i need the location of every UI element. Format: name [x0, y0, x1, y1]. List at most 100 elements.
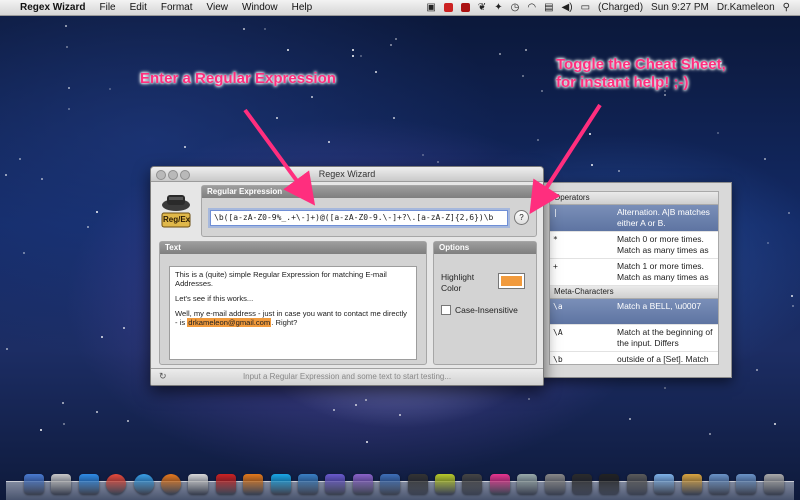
highlight-color-well[interactable]: [498, 273, 525, 289]
star: [618, 170, 620, 172]
meta-row[interactable]: \a Match a BELL, \u0007: [550, 299, 718, 325]
star: [68, 108, 70, 110]
star: [537, 139, 539, 141]
fireworks-icon[interactable]: [435, 474, 455, 494]
firefox-icon[interactable]: [161, 474, 181, 494]
battery-icon[interactable]: ▭: [581, 0, 590, 15]
terminal-icon[interactable]: [407, 474, 428, 494]
meta-key: \b: [553, 355, 563, 364]
flag-icon[interactable]: ▤: [544, 0, 553, 15]
folder-icon[interactable]: [709, 474, 729, 494]
operator-row[interactable]: + Match 1 or more times. Match as many t…: [550, 259, 718, 286]
menu-app-name[interactable]: Regex Wizard: [16, 0, 92, 15]
meta-row[interactable]: \A Match at the beginning of the input. …: [550, 325, 718, 352]
star: [41, 178, 43, 180]
star: [528, 398, 530, 400]
case-insensitive-checkbox[interactable]: Case-Insensitive: [441, 305, 518, 315]
app-icon-3[interactable]: [626, 474, 647, 494]
xcode-icon[interactable]: [380, 474, 401, 494]
status-bar: ↻ Input a Regular Expression and some te…: [151, 368, 543, 385]
star: [184, 146, 186, 148]
star: [365, 399, 367, 401]
star: [87, 226, 89, 228]
poker-icon[interactable]: [215, 474, 236, 494]
operator-row[interactable]: * Match 0 or more times. Match as many t…: [550, 232, 718, 259]
app-store-icon[interactable]: [78, 474, 99, 494]
star: [589, 133, 591, 135]
text-paragraph: This is a (quite) simple Regular Express…: [175, 270, 387, 288]
trash-icon[interactable]: [763, 474, 784, 494]
star: [287, 49, 289, 51]
finder-icon[interactable]: [24, 474, 44, 494]
window-titlebar[interactable]: Regex Wizard: [151, 167, 543, 182]
star: [788, 212, 790, 214]
preferences-icon[interactable]: [544, 474, 565, 494]
display-icon[interactable]: ▣: [426, 0, 435, 15]
thunderbird-icon[interactable]: [298, 474, 318, 494]
fb-icon[interactable]: [462, 474, 483, 494]
star: [591, 164, 593, 166]
match-highlight: drkameleon@gmail.com: [187, 318, 272, 327]
leaf-icon[interactable]: ❦: [478, 0, 486, 15]
menu-format[interactable]: Format: [154, 0, 200, 15]
menu-file[interactable]: File: [92, 0, 122, 15]
clock[interactable]: Sun 9:27 PM: [651, 0, 709, 15]
star: [276, 117, 278, 119]
red-app-icon[interactable]: [443, 3, 453, 12]
menu-help[interactable]: Help: [285, 0, 320, 15]
regex-input[interactable]: \b([a-zA-Z0-9%_.+\-]+)@([a-zA-Z0-9.\-]+?…: [210, 210, 508, 226]
volume-icon[interactable]: ◀): [562, 0, 573, 15]
star: [355, 404, 357, 406]
cheat-sheet-toggle-button[interactable]: ?: [514, 210, 529, 225]
star: [19, 158, 21, 160]
star: [437, 161, 439, 163]
cheat-sheet-list[interactable]: Operators | Alternation. A|B matches eit…: [549, 191, 719, 365]
star: [774, 423, 776, 425]
star: [96, 211, 98, 213]
regex-icon[interactable]: [681, 474, 702, 494]
preview-icon[interactable]: [654, 474, 675, 494]
launchpad-icon[interactable]: [51, 474, 72, 494]
star: [767, 242, 769, 244]
star: [792, 305, 794, 307]
star: [756, 369, 758, 371]
flag-icon[interactable]: [188, 474, 209, 494]
highlight-color-label: Highlight Color: [441, 272, 475, 293]
annotation-toggle-cheat-sheet: Toggle the Cheat Sheet, for instant help…: [556, 56, 726, 92]
stellarium-icon[interactable]: [325, 474, 346, 494]
wifi-icon[interactable]: ◠: [527, 0, 536, 15]
star: [664, 94, 666, 96]
user-name[interactable]: Dr.Kameleon: [717, 0, 775, 15]
skype-icon[interactable]: [270, 474, 291, 494]
console-icon[interactable]: [599, 474, 620, 494]
star: [499, 53, 501, 55]
star: [360, 55, 362, 57]
star: [422, 154, 424, 156]
star: [393, 117, 395, 119]
checkbox-icon[interactable]: [441, 305, 451, 315]
heart-icon[interactable]: [489, 474, 510, 494]
menu-edit[interactable]: Edit: [123, 0, 154, 15]
text-paragraph: Well, my e-mail address - just in case y…: [175, 309, 411, 327]
text-fragment: . Right?: [271, 318, 298, 327]
meta-desc: Match at the beginning of the input. Dif…: [617, 327, 713, 348]
safari-icon[interactable]: [133, 474, 154, 494]
star: [109, 88, 111, 90]
spotlight-icon[interactable]: ⚲: [783, 0, 790, 15]
folder-icon-2[interactable]: [736, 474, 757, 494]
app-icon[interactable]: [352, 474, 373, 494]
time-machine-icon[interactable]: ◷: [511, 0, 520, 15]
meta-desc: Match a BELL, \u0007: [617, 301, 702, 311]
bluetooth-icon[interactable]: ✦: [494, 0, 502, 15]
app-icon-2[interactable]: [517, 474, 538, 494]
star: [525, 49, 527, 51]
test-text-area[interactable]: This is a (quite) simple Regular Express…: [169, 266, 417, 360]
activity-icon[interactable]: [572, 474, 592, 494]
operator-row[interactable]: | Alternation. A|B matches either A or B…: [550, 205, 718, 232]
menu-view[interactable]: View: [200, 0, 236, 15]
star: [664, 387, 666, 389]
menu-window[interactable]: Window: [235, 0, 285, 15]
red-app-icon-2[interactable]: [460, 3, 470, 12]
xampp-icon[interactable]: [243, 474, 264, 494]
meta-row[interactable]: \b outside of a [Set]. Match if the curr…: [550, 352, 718, 364]
